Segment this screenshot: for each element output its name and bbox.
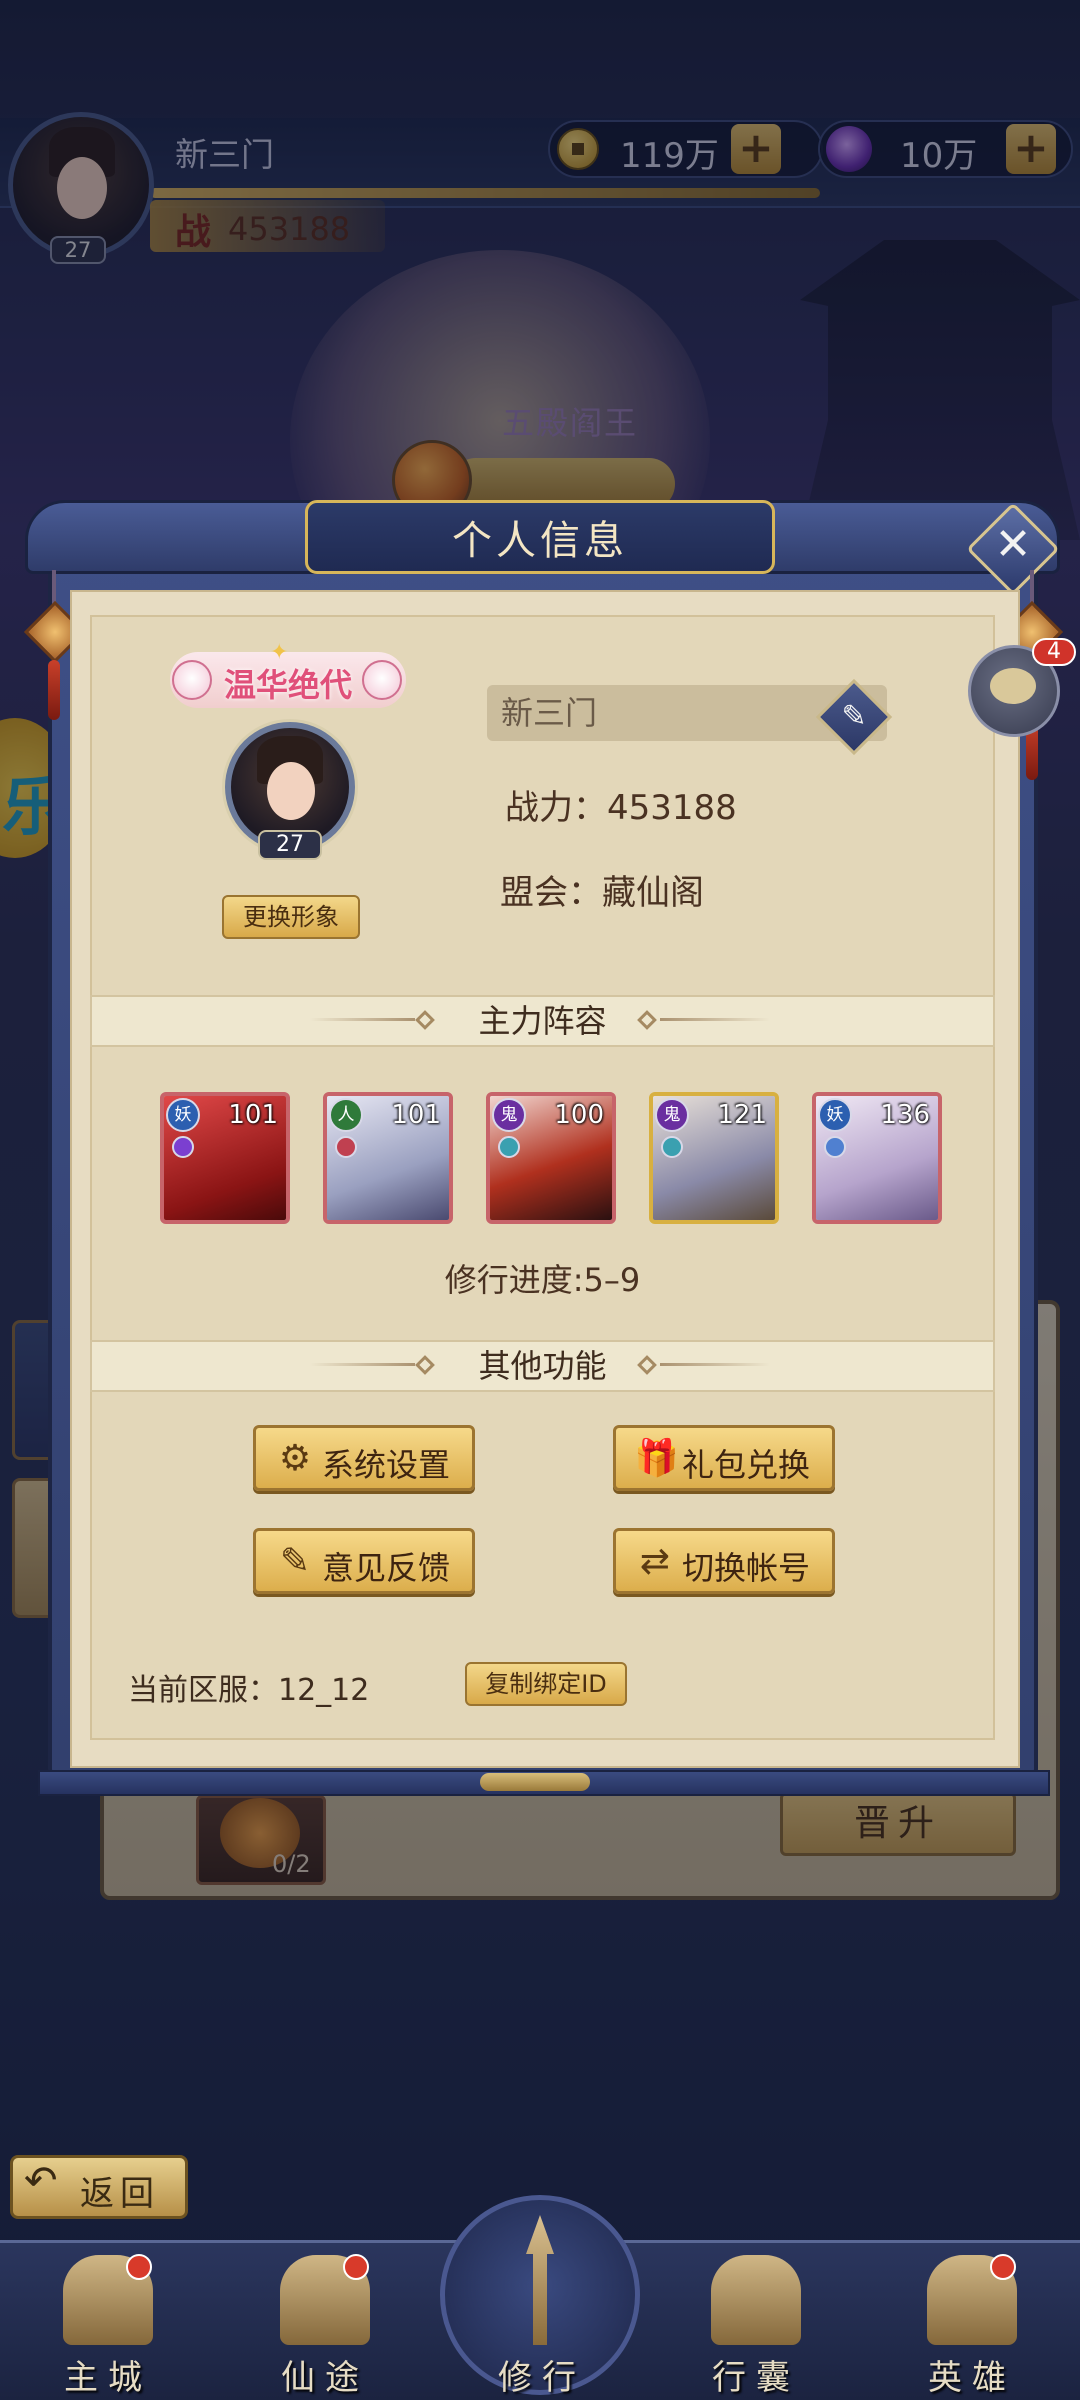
title-badge-text: 温华绝代	[223, 666, 352, 704]
faction-icon: 鬼	[655, 1098, 689, 1132]
hero-level: 100	[554, 1100, 604, 1130]
chat-bubble-icon	[990, 668, 1036, 704]
notification-dot	[990, 2254, 1016, 2280]
lineup-deco-right	[660, 1018, 770, 1021]
system-settings-label: 系统设置	[322, 1446, 451, 1484]
notification-dot	[126, 2254, 152, 2280]
feedback-button[interactable]: ✎ 意见反馈	[253, 1528, 475, 1594]
hero-card[interactable]: 妖 136	[812, 1092, 942, 1224]
class-icon	[335, 1136, 357, 1158]
gift-redeem-label: 礼包兑换	[682, 1446, 811, 1484]
faction-icon: 人	[329, 1098, 363, 1132]
swap-icon: ⇄	[639, 1541, 671, 1582]
power-stat: 战力：453188	[505, 788, 737, 828]
hero-level: 121	[717, 1100, 767, 1130]
close-icon[interactable]: ✕	[980, 512, 1046, 578]
class-icon	[498, 1136, 520, 1158]
notification-dot	[343, 2254, 369, 2280]
other-functions-header: 其他功能	[90, 1340, 995, 1392]
nav-label: 行囊	[712, 2358, 800, 2398]
gift-icon: 🎁	[634, 1438, 679, 1479]
profile-avatar-face	[267, 762, 315, 820]
guild-stat: 盟会：藏仙阁	[500, 873, 704, 913]
nav-immortal-path[interactable]: 仙途	[245, 2250, 405, 2400]
nav-cultivation[interactable]: 修行	[462, 2250, 622, 2400]
faction-icon: 妖	[166, 1098, 200, 1132]
other-functions-header-text: 其他功能	[478, 1347, 607, 1385]
hero-level: 136	[880, 1100, 930, 1130]
nav-bag-icon	[711, 2255, 801, 2345]
nav-label: 仙途	[281, 2358, 369, 2398]
feedback-label: 意见反馈	[322, 1549, 451, 1587]
switch-account-button[interactable]: ⇄ 切换帐号	[613, 1528, 835, 1594]
lineup-header: 主力阵容	[90, 995, 995, 1047]
faction-icon: 鬼	[492, 1098, 526, 1132]
switch-account-label: 切换帐号	[682, 1549, 811, 1587]
change-look-button[interactable]: 更换形象	[222, 895, 360, 939]
profile-level-badge: 27	[258, 830, 322, 860]
nav-bag[interactable]: 行囊	[676, 2250, 836, 2400]
lineup-header-text: 主力阵容	[478, 1002, 607, 1040]
hero-card[interactable]: 鬼 121	[649, 1092, 779, 1224]
edit-pencil-icon[interactable]: ✎	[827, 690, 881, 744]
hero-card[interactable]: 妖 101	[160, 1092, 290, 1224]
modal-title: 个人信息	[452, 518, 628, 564]
nav-main-city[interactable]: 主城	[28, 2250, 188, 2400]
modal-bottom-ornament	[480, 1773, 590, 1791]
nav-heroes[interactable]: 英雄	[892, 2250, 1052, 2400]
gear-icon: ⚙	[278, 1438, 312, 1479]
hero-level: 101	[228, 1100, 278, 1130]
chat-badge: 4	[1032, 638, 1076, 666]
hero-level: 101	[391, 1100, 441, 1130]
cultivation-progress: 修行进度:5–9	[444, 1261, 641, 1299]
faction-icon: 妖	[818, 1098, 852, 1132]
hero-card[interactable]: 鬼 100	[486, 1092, 616, 1224]
system-settings-button[interactable]: ⚙ 系统设置	[253, 1425, 475, 1491]
other-deco-left	[310, 1363, 415, 1366]
back-label[interactable]: 返回	[80, 2166, 160, 2215]
nav-label: 修行	[498, 2358, 586, 2398]
gift-redeem-button[interactable]: 🎁 礼包兑换	[613, 1425, 835, 1491]
pencil-icon: ✎	[279, 1541, 311, 1582]
hero-card[interactable]: 人 101	[323, 1092, 453, 1224]
nav-label: 主城	[64, 2358, 152, 2398]
class-icon	[824, 1136, 846, 1158]
nav-label: 英雄	[928, 2358, 1016, 2398]
back-arrow-icon[interactable]: ↶	[24, 2158, 58, 2204]
left-tassel	[48, 660, 60, 720]
lineup-deco-left	[310, 1018, 415, 1021]
other-deco-right	[660, 1363, 770, 1366]
class-icon	[172, 1136, 194, 1158]
class-icon	[661, 1136, 683, 1158]
current-server: 当前区服：12_12	[128, 1673, 370, 1708]
copy-bind-id-button[interactable]: 复制绑定ID	[465, 1662, 627, 1706]
